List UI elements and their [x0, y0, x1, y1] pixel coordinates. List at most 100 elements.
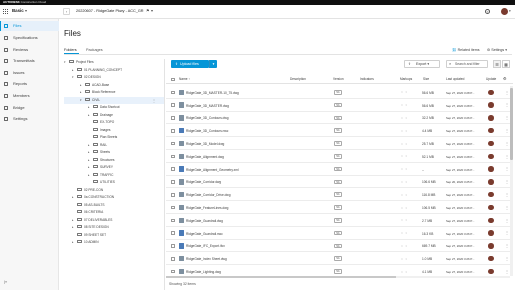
table-row[interactable]: RidgeGate_Guardrail.dwg V1 ○ ○ 2.7 MB Sep 27…: [166, 214, 513, 227]
row-more-icon[interactable]: ⋮: [505, 179, 509, 184]
horizontal-scrollbar-thumb[interactable]: [166, 276, 396, 278]
table-row[interactable]: RidgeGate_Corridor_Drive.dwg V1 ○ ○ 116.8 M…: [166, 188, 513, 202]
version-badge[interactable]: V1: [334, 179, 342, 185]
row-checkbox[interactable]: [171, 218, 175, 223]
vertical-scrollbar-thumb[interactable]: [510, 88, 513, 160]
version-badge[interactable]: V1: [334, 166, 342, 172]
row-checkbox[interactable]: [171, 128, 175, 133]
related-items-button[interactable]: ⛓ Related items: [452, 48, 480, 52]
folder-tree-item[interactable]: ▸ Data Shortcut: [64, 104, 164, 112]
column-updated-by[interactable]: Update: [486, 77, 496, 81]
column-indicators[interactable]: Indicators: [360, 77, 374, 81]
table-row[interactable]: RidgeGate_Alignment.dwg V1 ○ ○ 52.1 MB Sep 2…: [166, 150, 513, 163]
table-row[interactable]: RidgeGate_Index Sheet.dwg V1 ○ ○ 1.0 MB Sep …: [166, 252, 513, 266]
folder-tree-item[interactable]: Plan Sheets: [64, 134, 164, 142]
row-more-icon[interactable]: ⋮: [505, 141, 509, 146]
app-switcher-icon[interactable]: [3, 9, 8, 14]
row-more-icon[interactable]: ⋮: [505, 192, 509, 197]
version-badge[interactable]: V1: [334, 243, 342, 249]
folder-tree-item[interactable]: ▸ ACAD-Base: [64, 82, 164, 90]
sidebar-item-members[interactable]: Members: [0, 91, 59, 101]
version-badge[interactable]: V1: [334, 115, 342, 121]
folder-tree-item[interactable]: ▸ Structures: [64, 157, 164, 165]
row-more-icon[interactable]: ⋮: [505, 269, 509, 274]
hub-selector[interactable]: Basic: [12, 8, 24, 13]
file-name[interactable]: RidgeGate_Corridor.dwg: [186, 180, 221, 184]
version-badge[interactable]: V1: [334, 230, 342, 236]
tab-folders[interactable]: Folders: [64, 48, 77, 52]
folder-tree-item[interactable]: 02 PRE-CON: [64, 187, 164, 195]
row-checkbox[interactable]: [171, 167, 175, 171]
file-name[interactable]: RidgeGate_3D_Contours.nwc: [186, 129, 228, 133]
column-name[interactable]: Name ↑: [179, 77, 190, 81]
grid-view-icon[interactable]: ▦: [502, 60, 510, 68]
row-more-icon[interactable]: ⋮: [505, 243, 509, 248]
row-more-icon[interactable]: ⋮: [505, 115, 509, 120]
row-more-icon[interactable]: ⋮: [505, 166, 509, 171]
folder-tree-item[interactable]: 09 SHEET SET: [64, 232, 164, 240]
row-checkbox[interactable]: [171, 116, 175, 120]
sidebar-item-specifications[interactable]: Specifications: [0, 33, 59, 43]
file-name[interactable]: RidgeGate_Corridor_Drive.dwg: [186, 193, 230, 197]
version-badge[interactable]: V1: [334, 154, 342, 159]
row-checkbox[interactable]: [171, 244, 175, 248]
file-name[interactable]: RidgeGate_Alignment.dwg: [186, 155, 224, 159]
file-name[interactable]: RidgeGate_Guardrail.nwc: [186, 232, 223, 236]
folder-tree-item[interactable]: ▸ Block Reference: [64, 89, 164, 97]
table-row[interactable]: RidgeGate_Alignment_Geometry.xml V1 ○ ○ -- S…: [166, 163, 513, 176]
upload-options-chevron-icon[interactable]: ▾: [209, 60, 217, 68]
markup-icons[interactable]: ○ ○: [401, 180, 408, 184]
column-markups[interactable]: Markups: [400, 77, 412, 81]
folder-tree-item[interactable]: ▸ Sheets: [64, 149, 164, 157]
row-checkbox[interactable]: [171, 231, 175, 235]
table-row[interactable]: RidgeGate_3D_Contours.dwg V1 ○ ○ 32.2 MB Sep…: [166, 112, 513, 125]
version-badge[interactable]: V1: [334, 141, 342, 146]
folder-tree-item[interactable]: ▸ 08 SITE DESIGN: [64, 224, 164, 232]
row-more-icon[interactable]: ⋮: [505, 90, 509, 95]
markup-icons[interactable]: ○ ○: [401, 206, 408, 210]
folder-tree-item[interactable]: ▸ SURVEY: [64, 164, 164, 172]
table-row[interactable]: RidgeGate_3D_MASTER.dwg V1 ○ ○ 56.6 MB Sep 2…: [166, 99, 513, 112]
file-name[interactable]: RidgeGate_Alignment_Geometry.xml: [186, 168, 239, 172]
row-more-icon[interactable]: ⋮: [505, 128, 509, 133]
folder-tree-item[interactable]: ▸ 0a CONSTRUCTION: [64, 194, 164, 202]
row-more-icon[interactable]: ⋮: [505, 154, 509, 159]
version-badge[interactable]: V1: [334, 128, 342, 133]
column-description[interactable]: Description: [290, 77, 306, 81]
sidebar-item-bridge[interactable]: Bridge: [0, 103, 59, 113]
folder-tree-item[interactable]: ▸ 10 ADMIN: [64, 239, 164, 247]
version-badge[interactable]: V1: [334, 90, 342, 95]
file-name[interactable]: RidgeGate_FeatureLines.dwg: [186, 206, 228, 210]
row-more-icon[interactable]: ⋮: [505, 230, 509, 235]
table-row[interactable]: RidgeGate_Guardrail.nwc V1 ○ ○ 16.3 KB Sep 2…: [166, 227, 513, 240]
markup-icons[interactable]: ○ ○: [401, 167, 408, 171]
markup-icons[interactable]: ○ ○: [401, 244, 408, 248]
folder-tree-item[interactable]: 06 CRITERIA: [64, 209, 164, 217]
file-name[interactable]: RidgeGate_3D_Contours.dwg: [186, 116, 229, 120]
row-more-icon[interactable]: ⋮: [505, 218, 509, 223]
project-chevron-down-icon[interactable]: ▾: [151, 8, 153, 13]
sidebar-item-reviews[interactable]: Reviews: [0, 45, 59, 55]
file-name[interactable]: RidgeGate_IFC_Export.ifcx: [186, 244, 225, 248]
chevron-down-icon[interactable]: ▾: [25, 8, 27, 13]
folder-tree-item[interactable]: ▸ TRAFFIC: [64, 172, 164, 180]
select-all-checkbox[interactable]: [171, 77, 175, 82]
folder-tree-item[interactable]: 05 AS-BUILTS: [64, 202, 164, 210]
markup-icons[interactable]: ○ ○: [401, 90, 408, 94]
folder-tree-item[interactable]: EX-TOPO: [64, 119, 164, 127]
folder-tree-item[interactable]: ▾ Project Files: [64, 59, 164, 67]
markup-icons[interactable]: ○ ○: [401, 142, 408, 146]
markup-icons[interactable]: ○ ○: [401, 231, 408, 235]
sidebar-item-reports[interactable]: Reports: [0, 79, 59, 89]
column-last-updated[interactable]: Last updated: [446, 77, 464, 81]
search-input[interactable]: ⌕ Search and filter: [446, 60, 488, 68]
list-view-icon[interactable]: ☰: [493, 60, 501, 68]
help-icon[interactable]: ?: [485, 9, 490, 14]
star-icon[interactable]: ⚑: [146, 8, 150, 13]
file-name[interactable]: RidgeGate_3D_MASTER.dwg: [186, 104, 229, 108]
user-avatar[interactable]: [501, 8, 508, 15]
table-row[interactable]: RidgeGate_FeatureLines.dwg V1 ○ ○ 106.5 MB S…: [166, 201, 513, 214]
sidebar-item-issues[interactable]: Issues: [0, 68, 59, 78]
folder-tree-item[interactable]: ▸ 01 PLANNING_CONCEPT: [64, 67, 164, 75]
column-version[interactable]: Version: [333, 77, 344, 81]
